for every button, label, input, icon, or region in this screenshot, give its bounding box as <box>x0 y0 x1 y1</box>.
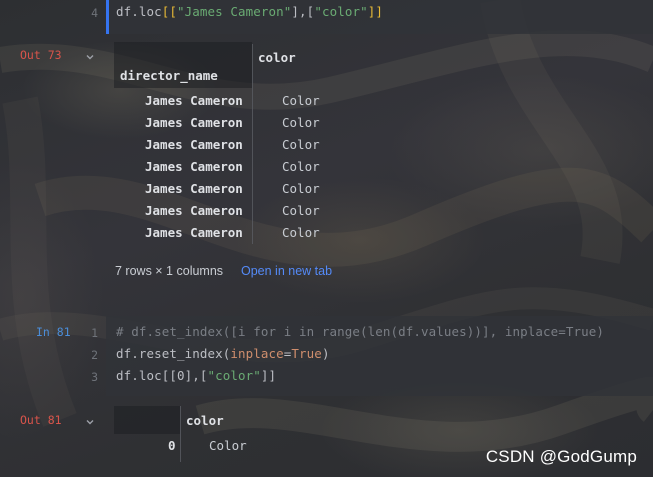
table-row-index: 0 <box>168 438 176 453</box>
table-index-header-bg <box>114 406 180 434</box>
open-in-new-tab-link[interactable]: Open in new tab <box>241 264 332 278</box>
table-row-index: James Cameron <box>145 137 243 152</box>
table-cell: Color <box>209 438 247 453</box>
line-number: 2 <box>91 348 98 362</box>
table-summary: 7 rows × 1 columns <box>115 264 224 278</box>
in-prompt: In 81 <box>36 325 71 339</box>
chevron-down-icon[interactable] <box>84 416 96 428</box>
table-row-index: James Cameron <box>145 93 243 108</box>
out-prompt: Out 73 <box>20 48 62 62</box>
table-cell: Color <box>282 181 320 196</box>
chevron-down-icon[interactable] <box>84 51 96 63</box>
table-divider <box>180 406 181 462</box>
table-cell: Color <box>282 159 320 174</box>
table-cell: Color <box>282 115 320 130</box>
code-line-comment[interactable]: # df.set_index([i for i in range(len(df.… <box>116 324 604 339</box>
table-row-index: James Cameron <box>145 115 243 130</box>
line-number: 1 <box>91 326 98 340</box>
table-cell: Color <box>282 225 320 240</box>
code-line[interactable]: df.reset_index(inplace=True) <box>116 346 330 361</box>
table-row-index: James Cameron <box>145 225 243 240</box>
table-cell: Color <box>282 137 320 152</box>
table-row-index: James Cameron <box>145 181 243 196</box>
line-number: 4 <box>91 6 98 20</box>
index-name-header[interactable]: director_name <box>120 68 218 83</box>
out-prompt: Out 81 <box>20 413 62 427</box>
code-cell-top[interactable]: 4 df.loc[["James Cameron"],["color"]] <box>0 0 653 34</box>
table-cell: Color <box>282 203 320 218</box>
column-header[interactable]: color <box>258 50 296 65</box>
column-header[interactable]: color <box>186 413 224 428</box>
line-number: 3 <box>91 370 98 384</box>
code-line[interactable]: df.loc[[0],["color"]] <box>116 368 276 383</box>
watermark-text: CSDN @GodGump <box>485 447 637 466</box>
code-cell-81[interactable]: In 81 1 2 3 # df.set_index([i for i in r… <box>0 316 653 396</box>
code-line[interactable]: df.loc[["James Cameron"],["color"]] <box>116 4 383 19</box>
table-row-index: James Cameron <box>145 159 243 174</box>
table-cell: Color <box>282 93 320 108</box>
table-row-index: James Cameron <box>145 203 243 218</box>
output-73: Out 73 color director_name James Cameron… <box>0 34 653 294</box>
table-divider <box>252 44 253 244</box>
